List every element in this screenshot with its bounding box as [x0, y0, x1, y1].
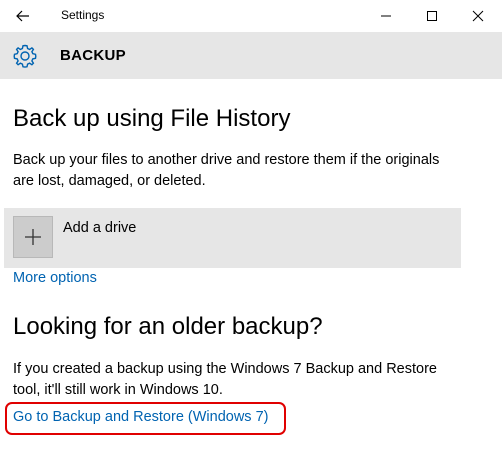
plus-icon	[25, 229, 41, 245]
file-history-heading: Back up using File History	[13, 105, 291, 132]
page-header: BACKUP	[0, 32, 502, 79]
more-options-link[interactable]: More options	[13, 270, 97, 286]
backup-restore-windows7-link[interactable]: Go to Backup and Restore (Windows 7)	[13, 409, 268, 425]
window-title: Settings	[61, 8, 105, 22]
older-backup-description-line2: tool, it'll still work in Windows 10.	[13, 382, 223, 398]
back-button[interactable]	[0, 0, 46, 32]
file-history-description-line1: Back up your files to another drive and …	[13, 152, 440, 168]
plus-tile	[13, 216, 53, 258]
add-drive-label: Add a drive	[63, 220, 137, 236]
close-button[interactable]	[455, 0, 501, 32]
minimize-icon	[381, 15, 391, 17]
gear-icon	[13, 44, 37, 68]
maximize-button[interactable]	[409, 0, 455, 32]
arrow-left-icon	[16, 10, 29, 22]
minimize-button[interactable]	[363, 0, 409, 32]
older-backup-description: If you created a backup using the Window…	[13, 359, 473, 401]
title-bar: Settings	[0, 0, 502, 32]
older-backup-heading: Looking for an older backup?	[13, 313, 323, 340]
file-history-description-line2: are lost, damaged, or deleted.	[13, 173, 206, 189]
file-history-description: Back up your files to another drive and …	[13, 150, 473, 192]
maximize-icon	[427, 11, 437, 21]
older-backup-description-line1: If you created a backup using the Window…	[13, 361, 437, 377]
close-icon	[472, 10, 484, 22]
add-drive-button[interactable]: Add a drive	[4, 208, 461, 268]
page-title: BACKUP	[60, 47, 126, 64]
